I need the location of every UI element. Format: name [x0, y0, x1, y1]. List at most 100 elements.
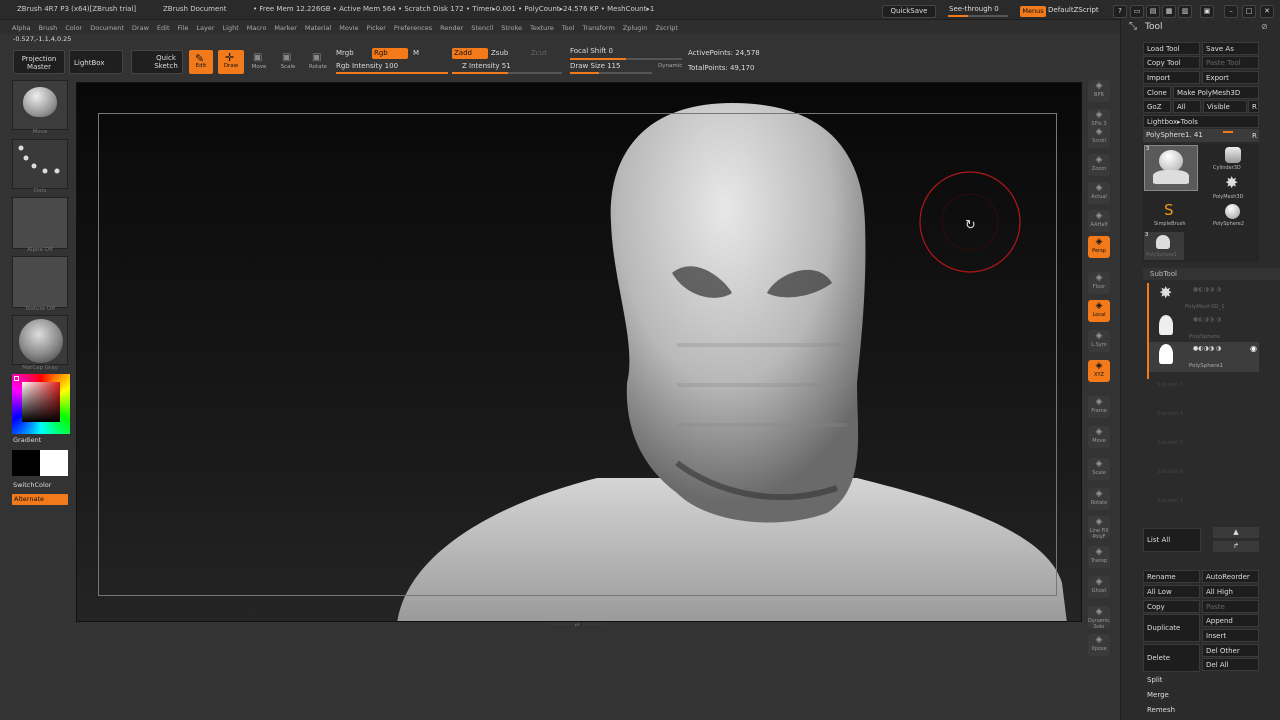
- eye-icon[interactable]: ◉: [1250, 344, 1257, 353]
- make-polymesh-button[interactable]: Make PolyMesh3D: [1173, 86, 1259, 99]
- subtool-toggles[interactable]: ●◐◑◑ ◑: [1193, 316, 1221, 323]
- duplicate-button[interactable]: Duplicate: [1143, 614, 1200, 642]
- menu-item-layer[interactable]: Layer: [196, 24, 214, 32]
- brush-thumbnail[interactable]: [12, 80, 68, 130]
- shelf-button-dynamic-solo[interactable]: ◈ Dynamic Solo: [1088, 606, 1110, 630]
- empty-subtool-slot[interactable]: Subtool 4: [1157, 411, 1183, 417]
- focal-shift-slider[interactable]: [570, 58, 682, 60]
- menu-item-alpha[interactable]: Alpha: [12, 24, 30, 32]
- z-intensity-label[interactable]: Z Intensity 51: [462, 62, 511, 70]
- edit-button[interactable]: ✎ Edit: [189, 50, 213, 74]
- menus-button[interactable]: Menus: [1020, 6, 1046, 17]
- draw-size-label[interactable]: Draw Size 115: [570, 62, 620, 70]
- shelf-button-scale[interactable]: ◈ Scale: [1088, 458, 1110, 480]
- all-high-button[interactable]: All High: [1202, 585, 1259, 598]
- m-button[interactable]: M: [413, 49, 419, 57]
- color-picker[interactable]: [12, 374, 70, 434]
- shelf-button-local[interactable]: ◈ Local: [1088, 300, 1110, 322]
- shelf-button-transp[interactable]: ◈ Transp: [1088, 546, 1110, 568]
- list-all-button[interactable]: List All: [1143, 528, 1201, 552]
- layout-icon[interactable]: ▭: [1130, 5, 1144, 18]
- shelf-button-xpose[interactable]: ◈ Xpose: [1088, 634, 1110, 656]
- zsub-button[interactable]: Zsub: [491, 49, 508, 57]
- maximize-icon[interactable]: □: [1242, 5, 1256, 18]
- shelf-button-actual[interactable]: ◈ Actual: [1088, 182, 1110, 204]
- subtool-toggles[interactable]: ●◐◑◑ ◑: [1193, 286, 1221, 293]
- minimize-icon[interactable]: –: [1224, 5, 1238, 18]
- tool-thumb-cylinder3d[interactable]: Cylinder3D: [1205, 145, 1259, 175]
- move-button[interactable]: ▣ Move: [248, 50, 270, 74]
- scroll-handle[interactable]: ◦◦◦◦◦◦◦◦ ▴▾ ◦◦◦◦◦◦◦◦: [530, 622, 624, 628]
- material-thumbnail[interactable]: [12, 315, 68, 365]
- focal-shift-label[interactable]: Focal Shift 0: [570, 47, 613, 55]
- color-square[interactable]: [22, 382, 60, 422]
- tool-thumb-polysphere1-small[interactable]: 3 PolySphere1: [1144, 232, 1184, 260]
- shelf-button-persp[interactable]: ◈ Persp: [1088, 236, 1110, 258]
- menu-item-preferences[interactable]: Preferences: [394, 24, 432, 32]
- shelf-button-scroll[interactable]: ◈ Scroll: [1088, 126, 1110, 148]
- remesh-menu[interactable]: Remesh: [1143, 703, 1259, 716]
- z-intensity-slider[interactable]: [452, 72, 562, 74]
- goz-r-button[interactable]: R: [1248, 100, 1259, 113]
- draw-size-slider[interactable]: [570, 72, 652, 74]
- default-zscript-button[interactable]: DefaultZScript: [1048, 6, 1099, 14]
- shelf-button-bpr[interactable]: ◈ BPR: [1088, 80, 1110, 102]
- secondary-color-swatch[interactable]: [12, 450, 40, 476]
- copy-button[interactable]: Copy: [1143, 600, 1200, 613]
- menu-item-stencil[interactable]: Stencil: [471, 24, 493, 32]
- subtool-row-polysphere1[interactable]: ●◐◑◑ ◑ ◉ PolySphere1: [1149, 342, 1259, 372]
- scale-button[interactable]: ▣ Scale: [277, 50, 299, 74]
- see-through-slider[interactable]: See-through 0: [949, 5, 999, 13]
- current-tool-r-button[interactable]: R: [1248, 129, 1259, 142]
- visible-button[interactable]: Visible: [1203, 100, 1247, 113]
- split-menu[interactable]: Split: [1143, 673, 1259, 686]
- gradient-label[interactable]: Gradient: [13, 436, 41, 444]
- menu-item-movie[interactable]: Movie: [339, 24, 358, 32]
- rgb-button[interactable]: Rgb: [372, 48, 408, 59]
- merge-menu[interactable]: Merge: [1143, 688, 1259, 701]
- shelf-button-xyz[interactable]: ◈ XYZ: [1088, 360, 1110, 382]
- append-button[interactable]: Append: [1202, 614, 1259, 627]
- shelf-button-zoom[interactable]: ◈ Zoom: [1088, 154, 1110, 176]
- all-button[interactable]: All: [1173, 100, 1201, 113]
- shelf-button-frame[interactable]: ◈ Frame: [1088, 396, 1110, 418]
- tool-thumb-simplebrush[interactable]: S SimpleBrush: [1144, 201, 1198, 230]
- move-up-icon[interactable]: ▲: [1213, 527, 1259, 538]
- shelf-button-rotate[interactable]: ◈ Rotate: [1088, 488, 1110, 510]
- export-button[interactable]: Export: [1202, 71, 1259, 84]
- shelf-button-move[interactable]: ◈ Move: [1088, 426, 1110, 448]
- autoreorder-button[interactable]: AutoReorder: [1202, 570, 1259, 583]
- palette-icon[interactable]: ▦: [1162, 5, 1176, 18]
- subtool-toggles[interactable]: ●◐◑◑ ◑: [1193, 345, 1221, 352]
- menu-item-texture[interactable]: Texture: [530, 24, 554, 32]
- switch-color-button[interactable]: SwitchColor: [13, 481, 51, 489]
- menu-item-material[interactable]: Material: [305, 24, 331, 32]
- save-as-button[interactable]: Save As: [1202, 42, 1259, 55]
- goz-button[interactable]: GoZ: [1143, 100, 1171, 113]
- palette-2-icon[interactable]: ▥: [1178, 5, 1192, 18]
- move-down-icon[interactable]: ↱: [1213, 541, 1259, 552]
- import-button[interactable]: Import: [1143, 71, 1200, 84]
- clone-button[interactable]: Clone: [1143, 86, 1171, 99]
- del-other-button[interactable]: Del Other: [1202, 644, 1259, 657]
- delete-button[interactable]: Delete: [1143, 644, 1200, 672]
- subtool-header[interactable]: SubTool: [1143, 268, 1280, 280]
- tool-thumb-polymesh3d[interactable]: ✸ PolyMesh3D: [1205, 173, 1259, 201]
- see-through-track[interactable]: [948, 15, 1008, 17]
- load-tool-button[interactable]: Load Tool: [1143, 42, 1200, 55]
- menu-item-file[interactable]: File: [178, 24, 189, 32]
- menu-item-brush[interactable]: Brush: [38, 24, 57, 32]
- lightbox-button[interactable]: LightBox: [69, 50, 123, 74]
- subtool-row-polysphere[interactable]: ●◐◑◑ ◑ PolySphere: [1151, 313, 1261, 343]
- menu-item-light[interactable]: Light: [223, 24, 239, 32]
- insert-button[interactable]: Insert: [1202, 629, 1259, 642]
- main-color-swatch[interactable]: [40, 450, 68, 476]
- close-icon[interactable]: ✕: [1260, 5, 1274, 18]
- menu-item-zscript[interactable]: Zscript: [655, 24, 678, 32]
- projection-master-button[interactable]: Projection Master: [13, 50, 65, 74]
- empty-subtool-slot[interactable]: Subtool 3: [1157, 382, 1183, 388]
- menu-item-zplugin[interactable]: Zplugin: [623, 24, 648, 32]
- alternate-button[interactable]: Alternate: [12, 494, 68, 505]
- menu-item-tool[interactable]: Tool: [562, 24, 575, 32]
- menu-item-transform[interactable]: Transform: [582, 24, 614, 32]
